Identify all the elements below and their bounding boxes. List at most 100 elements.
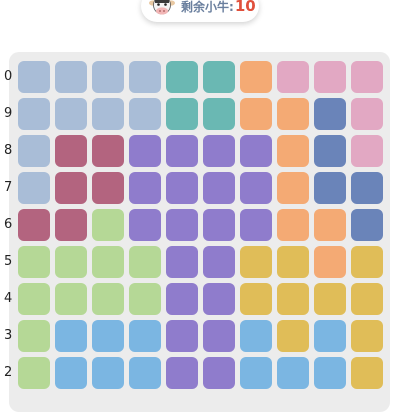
grid-cell[interactable] — [203, 61, 235, 93]
grid-cell[interactable] — [277, 172, 309, 204]
grid-cell[interactable] — [129, 209, 161, 241]
grid-cell[interactable] — [277, 320, 309, 352]
grid-cell[interactable] — [92, 135, 124, 167]
grid-cell[interactable] — [203, 135, 235, 167]
grid-cell[interactable] — [18, 135, 50, 167]
grid-cell[interactable] — [18, 246, 50, 278]
grid-cell[interactable] — [240, 135, 272, 167]
grid-cell[interactable] — [314, 320, 346, 352]
grid-cell[interactable] — [129, 61, 161, 93]
grid-cell[interactable] — [55, 283, 87, 315]
row-label: 0 — [4, 69, 13, 84]
grid-cell[interactable] — [351, 61, 383, 93]
grid-cell[interactable] — [277, 98, 309, 130]
grid-cell[interactable] — [129, 172, 161, 204]
grid-cell[interactable] — [92, 357, 124, 389]
grid-cell[interactable] — [92, 246, 124, 278]
grid-cell[interactable] — [240, 209, 272, 241]
grid-cell[interactable] — [240, 172, 272, 204]
grid-cell[interactable] — [277, 135, 309, 167]
grid-cell[interactable] — [277, 357, 309, 389]
grid-cell[interactable] — [351, 172, 383, 204]
grid-cell[interactable] — [203, 209, 235, 241]
grid-cell[interactable] — [351, 209, 383, 241]
grid-cell[interactable] — [18, 209, 50, 241]
grid-cell[interactable] — [129, 246, 161, 278]
grid-cell[interactable] — [55, 209, 87, 241]
grid-cell[interactable] — [18, 320, 50, 352]
grid-cell[interactable] — [351, 98, 383, 130]
grid-cell[interactable] — [166, 61, 198, 93]
grid-cell[interactable] — [277, 209, 309, 241]
grid-cell[interactable] — [166, 209, 198, 241]
grid-cell[interactable] — [166, 357, 198, 389]
row-label: 7 — [4, 180, 13, 195]
row-label: 9 — [4, 106, 13, 121]
grid-cell[interactable] — [314, 135, 346, 167]
grid-cell[interactable] — [18, 283, 50, 315]
grid-cell[interactable] — [166, 283, 198, 315]
grid-cell[interactable] — [55, 172, 87, 204]
grid-cell[interactable] — [166, 320, 198, 352]
grid-cell[interactable] — [240, 98, 272, 130]
cow-head-icon — [149, 0, 175, 15]
row-label: 5 — [4, 254, 13, 269]
grid-cell[interactable] — [351, 283, 383, 315]
grid-cell[interactable] — [203, 283, 235, 315]
grid-cell[interactable] — [314, 209, 346, 241]
grid-cell[interactable] — [314, 283, 346, 315]
grid-cell[interactable] — [203, 98, 235, 130]
grid-cell[interactable] — [92, 172, 124, 204]
grid-cell[interactable] — [18, 98, 50, 130]
grid-cell[interactable] — [240, 320, 272, 352]
grid-cell[interactable] — [314, 172, 346, 204]
grid-cell[interactable] — [129, 357, 161, 389]
grid-cell[interactable] — [55, 135, 87, 167]
grid-cell[interactable] — [18, 357, 50, 389]
grid-cell[interactable] — [203, 246, 235, 278]
grid-cell[interactable] — [203, 172, 235, 204]
grid-cell[interactable] — [351, 135, 383, 167]
grid-cell[interactable] — [55, 320, 87, 352]
grid-cell[interactable] — [314, 357, 346, 389]
grid-cell[interactable] — [129, 98, 161, 130]
grid-cell[interactable] — [277, 283, 309, 315]
grid-cell[interactable] — [92, 61, 124, 93]
grid-cell[interactable] — [277, 246, 309, 278]
remaining-cows-value: 10 — [234, 0, 256, 15]
grid-cell[interactable] — [129, 320, 161, 352]
grid-cell[interactable] — [129, 135, 161, 167]
grid-cell[interactable] — [166, 172, 198, 204]
grid-cell[interactable] — [240, 61, 272, 93]
grid-cell[interactable] — [314, 246, 346, 278]
grid-cell[interactable] — [314, 98, 346, 130]
grid-cell[interactable] — [166, 135, 198, 167]
grid-cell[interactable] — [351, 320, 383, 352]
grid-cell[interactable] — [92, 283, 124, 315]
grid-cell[interactable] — [240, 357, 272, 389]
row-label: 4 — [4, 291, 13, 306]
grid-cell[interactable] — [55, 357, 87, 389]
grid-cell[interactable] — [55, 98, 87, 130]
grid-cell[interactable] — [92, 209, 124, 241]
grid-cell[interactable] — [166, 98, 198, 130]
grid-cell[interactable] — [166, 246, 198, 278]
grid-cell[interactable] — [55, 246, 87, 278]
grid-cell[interactable] — [277, 61, 309, 93]
grid-cell[interactable] — [351, 246, 383, 278]
grid-cell[interactable] — [92, 98, 124, 130]
grid-cell[interactable] — [314, 61, 346, 93]
grid-cell[interactable] — [240, 246, 272, 278]
grid-cell[interactable] — [92, 320, 124, 352]
grid-cell[interactable] — [18, 172, 50, 204]
grid-cell[interactable] — [18, 61, 50, 93]
grid-cell[interactable] — [55, 61, 87, 93]
row-label: 2 — [4, 365, 13, 380]
grid-cell[interactable] — [203, 320, 235, 352]
grid-cell[interactable] — [240, 283, 272, 315]
grid-cell[interactable] — [351, 357, 383, 389]
row-label: 6 — [4, 217, 13, 232]
remaining-cows-label: 剩余小牛: — [181, 0, 234, 14]
grid-cell[interactable] — [203, 357, 235, 389]
grid-cell[interactable] — [129, 283, 161, 315]
